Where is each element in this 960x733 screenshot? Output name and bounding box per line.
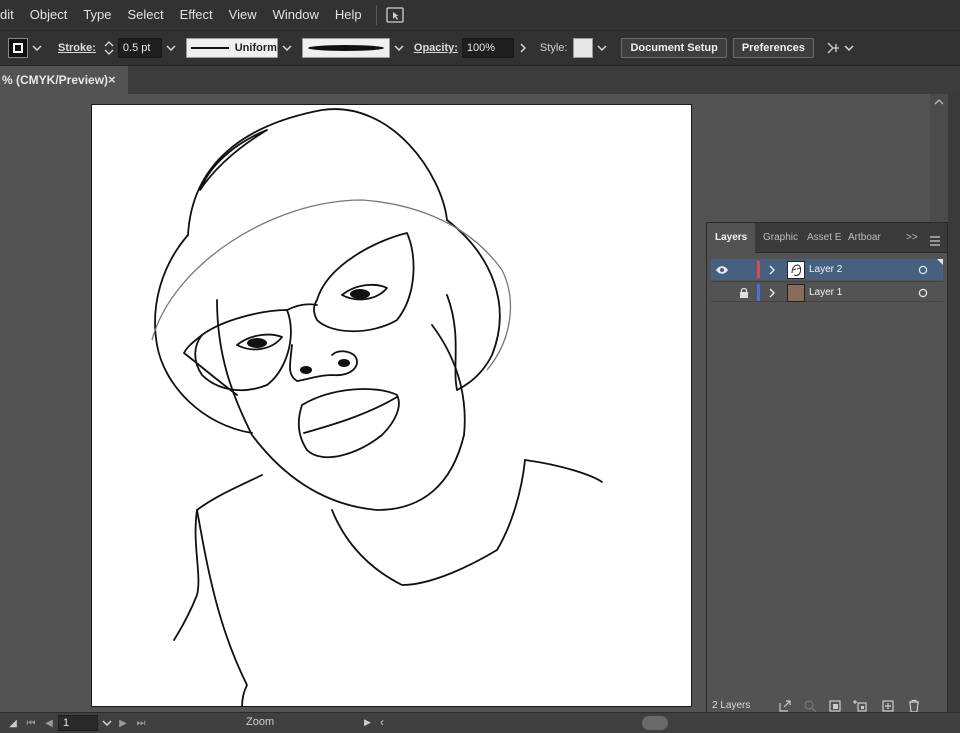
next-artboard-icon[interactable]: ▶ (114, 718, 132, 729)
status-bar: ◢ ⏮ ◀ 1 ▶ ⏭ Zoom ▶ ‹ (0, 712, 960, 733)
menu-separator (375, 5, 377, 25)
layer-color-swatch (757, 261, 760, 278)
layer-color-swatch (757, 284, 760, 301)
layer-color-bar (757, 282, 760, 303)
stroke-stepper-icon[interactable] (102, 41, 116, 55)
style-label: Style: (539, 42, 568, 54)
chevron-right-icon[interactable] (765, 259, 779, 280)
layer-count: 2 Layers (712, 700, 751, 711)
layer-row-layer-1[interactable]: Layer 1 (711, 281, 943, 302)
menu-effect[interactable]: Effect (172, 0, 221, 30)
chevron-down-icon[interactable] (842, 41, 856, 55)
chevron-right-icon[interactable] (516, 41, 530, 55)
document-tab-bar: % (CMYK/Preview) × (0, 66, 960, 94)
tab-graphic-styles[interactable]: Graphic (763, 223, 801, 253)
layers-panel: Layers Graphic Asset E Artboar >> Layer … (706, 222, 948, 718)
stroke-color-swatch[interactable] (8, 38, 28, 58)
previous-artboard-icon[interactable]: ◀ (40, 718, 58, 729)
panel-menu-icon[interactable] (929, 233, 941, 246)
status-menu-arrow-icon[interactable]: ▶ (364, 717, 371, 728)
chevron-down-icon[interactable] (595, 41, 609, 55)
variable-width-profile[interactable]: Uniform (185, 38, 278, 58)
brush-definition[interactable] (301, 38, 390, 58)
layer-color-bar (757, 259, 760, 280)
menu-edit[interactable]: dit (0, 0, 22, 30)
chevron-down-icon[interactable] (280, 41, 294, 55)
artboard-number-input[interactable]: 1 (58, 715, 98, 731)
zoom-status-label[interactable]: Zoom (246, 716, 274, 728)
chevron-right-icon[interactable] (765, 282, 779, 303)
tab-asset-export[interactable]: Asset E (807, 223, 843, 253)
menu-select[interactable]: Select (120, 0, 172, 30)
first-artboard-icon[interactable]: ⏮ (22, 718, 40, 729)
stroke-label: Stroke: (58, 42, 96, 54)
close-icon[interactable]: × (108, 72, 116, 87)
horizontal-scroll-thumb[interactable] (642, 716, 668, 730)
target-circle-icon[interactable] (915, 259, 931, 280)
lock-icon[interactable] (735, 282, 753, 303)
menu-help[interactable]: Help (327, 0, 370, 30)
tab-artboards[interactable]: Artboar (848, 223, 888, 253)
menu-type[interactable]: Type (75, 0, 119, 30)
menu-window[interactable]: Window (265, 0, 327, 30)
chevron-down-icon[interactable] (100, 716, 114, 730)
panel-overflow-button[interactable]: >> (906, 223, 918, 253)
panel-tabs: Layers Graphic Asset E Artboar >> (707, 223, 947, 254)
rotate-view-indicator: ◢ (9, 717, 17, 729)
opacity-label[interactable]: Opacity: (414, 42, 458, 54)
arrange-documents-icon[interactable] (824, 41, 842, 55)
target-circle-icon[interactable] (915, 282, 931, 303)
stroke-weight-input[interactable]: 0.5 pt (117, 38, 162, 58)
chevron-down-icon[interactable] (392, 41, 406, 55)
graphic-style-swatch[interactable] (573, 38, 594, 58)
profile-label: Uniform (234, 42, 277, 54)
chevron-down-icon[interactable] (164, 41, 178, 55)
menu-bar: dit Object Type Select Effect View Windo… (0, 0, 960, 30)
artboard[interactable] (91, 104, 692, 708)
menu-view[interactable]: View (221, 0, 265, 30)
right-dock-strip (948, 94, 960, 712)
layer-name[interactable]: Layer 2 (809, 259, 842, 280)
document-tab-title: % (CMYK/Preview) (2, 73, 109, 87)
chevron-down-icon[interactable] (30, 41, 44, 55)
document-tab[interactable]: % (CMYK/Preview) × (0, 66, 128, 94)
chevron-up-icon[interactable] (930, 94, 948, 110)
opacity-input[interactable]: 100% (461, 38, 514, 58)
scroll-left-icon[interactable]: ‹ (380, 715, 384, 729)
menu-object[interactable]: Object (22, 0, 76, 30)
layer-row-layer-2[interactable]: Layer 2 (711, 259, 943, 280)
control-bar: Stroke: 0.5 pt Uniform Opacity: 100% Sty… (0, 30, 960, 66)
layer-thumbnail (787, 282, 805, 303)
selection-corner-indicator (937, 259, 943, 265)
layer-thumbnail (787, 259, 805, 280)
layer-name[interactable]: Layer 1 (809, 282, 842, 303)
document-setup-button[interactable]: Document Setup (621, 38, 727, 58)
tab-layers[interactable]: Layers (707, 223, 756, 254)
touch-workspace-icon[interactable] (385, 6, 405, 24)
last-artboard-icon[interactable]: ⏭ (132, 718, 150, 729)
line-art-illustration (151, 108, 603, 708)
preferences-button[interactable]: Preferences (732, 38, 814, 58)
eye-icon[interactable] (711, 259, 733, 280)
